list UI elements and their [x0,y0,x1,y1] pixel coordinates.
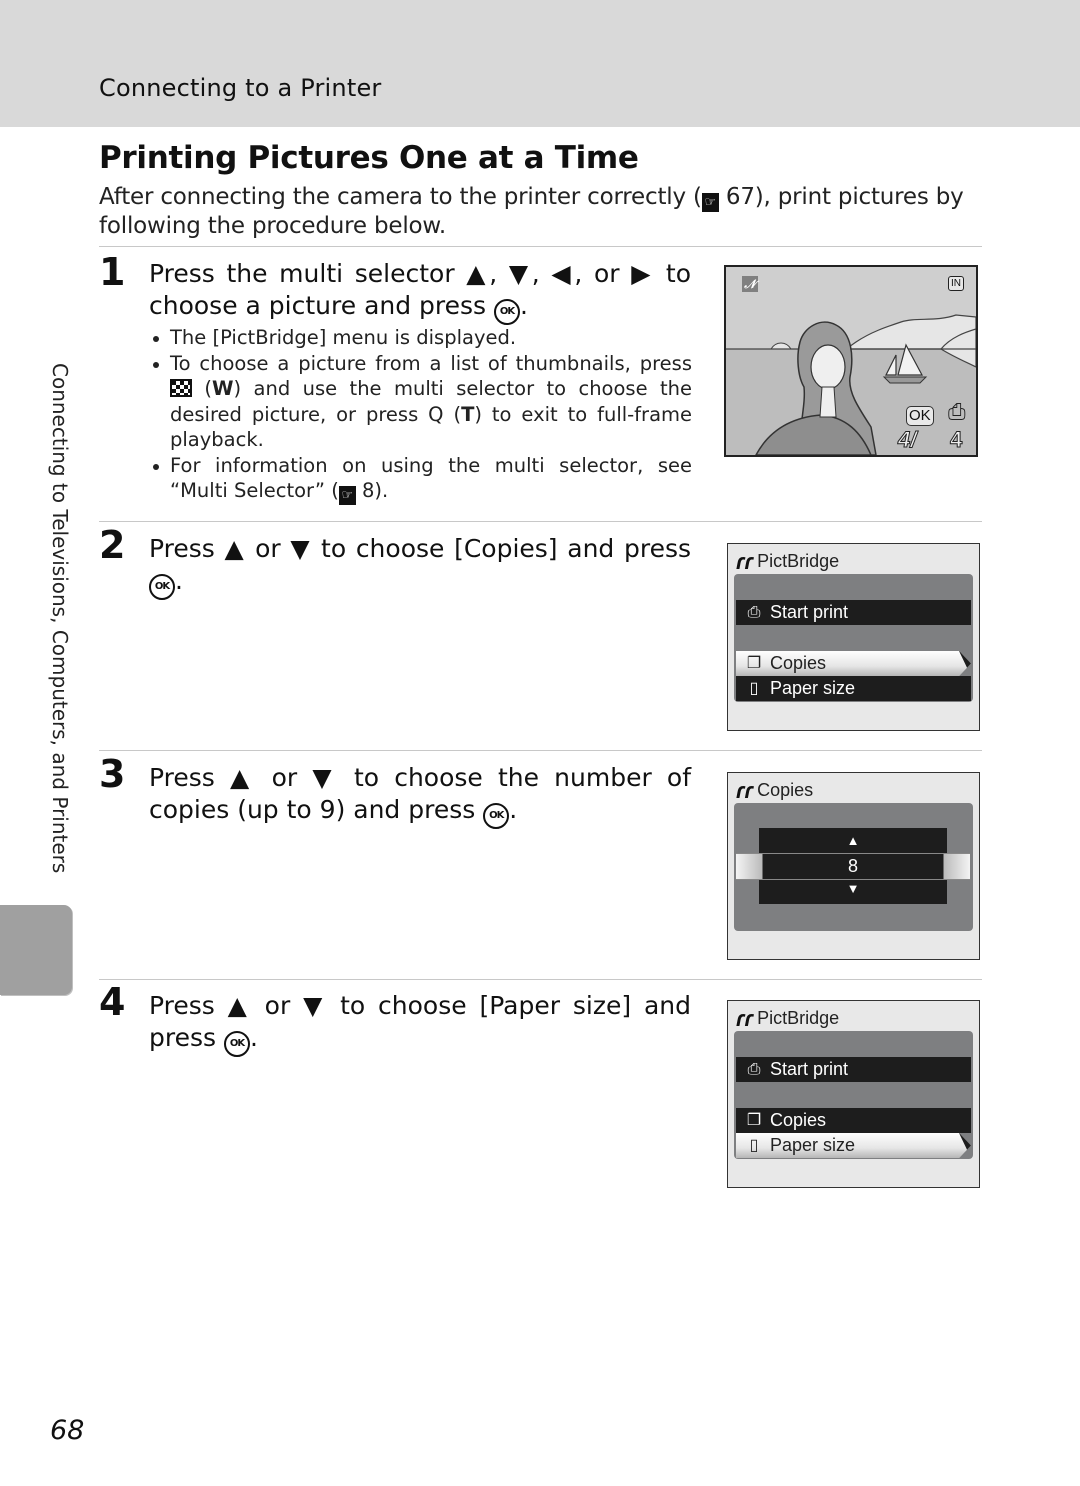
menu-item-label: Copies [770,1110,827,1130]
note-item: For information on using the multi selec… [149,453,692,505]
step-number: 1 [99,250,126,294]
step-instruction: Press ▲ or ▼ to choose the number of cop… [149,762,691,829]
intro-ref-page[interactable]: 67 [726,184,755,210]
photo-illustration [726,267,976,455]
menu-item-copies[interactable]: ❐ Copies [736,1108,971,1133]
increase-arrow-icon[interactable]: ▲ [759,833,947,848]
screen-title: ɾɾ PictBridge [736,548,840,574]
step-number: 4 [99,980,126,1024]
printer-icon: ⎙ [747,604,761,621]
step-number: 3 [99,752,126,796]
playback-zoom-icon: Q [428,402,444,426]
pictbridge-icon: ɾɾ [736,1005,754,1031]
menu-item-start-print[interactable]: ⎙ Start print [736,600,971,625]
printer-icon: ⎙ [747,1061,761,1078]
frame-counter-total: 4 [949,427,963,453]
screen-title-text: PictBridge [757,1008,840,1028]
menu-item-label: Start print [770,1059,849,1079]
menu-panel: ⎙ Start print ❐ Copies ▯ Paper size [734,574,973,702]
ok-button-icon: OK [223,1031,250,1057]
menu-item-label: Copies [770,653,827,673]
step-instruction: Press the multi selector ▲, ▼, ◀, or ▶ t… [149,258,691,325]
step-instruction: Press ▲ or ▼ to choose [Copies] and pres… [149,533,691,600]
divider [99,521,982,522]
pictbridge-icon: ɾɾ [736,548,754,574]
screen-title: ɾɾ Copies [736,777,814,803]
camera-screen-pictbridge-menu: ɾɾ PictBridge ⎙ Start print ❐ Copies ▯ Paper… [727,543,980,731]
step-instruction: Press ▲ or ▼ to choose [Paper size] and … [149,990,691,1057]
reference-icon: ☞ [338,486,356,505]
ok-print-label: OK [906,406,934,426]
menu-item-start-print[interactable]: ⎙ Start print [736,1057,971,1082]
paper-icon: ▯ [749,680,759,697]
camera-screen-playback: 𝒩 IN OK ⎙ 4/ 4 [724,265,978,457]
menu-panel: ⎙ Start print ❐ Copies ▯ Paper size [734,1031,973,1159]
screen-title-text: PictBridge [757,551,840,571]
page-number: 68 [50,1415,85,1446]
ref-page[interactable]: 8 [362,479,374,502]
thumbnail-playback-icon [170,379,192,397]
note-text: To choose a picture from a list of thumb… [170,351,692,375]
divider [99,750,982,751]
menu-item-paper-size[interactable]: ▯ Paper size [736,676,971,701]
note-text: For information on using the multi selec… [170,453,692,503]
menu-item-paper-size[interactable]: ▯ Paper size [736,1133,971,1158]
note-text: The [PictBridge] menu is displayed. [170,326,517,349]
frame-counter-current: 4/ [897,427,917,453]
step-instruction-end: . [509,795,518,824]
step-1-notes: The [PictBridge] menu is displayed. To c… [149,325,692,505]
step-instruction-end: . [175,566,183,595]
menu-item-label: Paper size [770,678,856,698]
pictbridge-icon: 𝒩 [742,276,758,292]
reference-icon: ☞ [701,193,719,212]
step-instruction-text: Press ▲ or ▼ to choose [Copies] and pres… [149,534,691,563]
menu-item-copies[interactable]: ❐ Copies [736,651,971,676]
copies-icon: ❐ [746,655,762,672]
copies-icon: ❐ [746,1112,762,1129]
note-item: To choose a picture from a list of thumb… [149,351,692,453]
menu-item-label: Start print [770,602,849,622]
zoom-w-key: W [212,377,234,400]
page-title: Printing Pictures One at a Time [99,140,639,176]
memory-indicator: IN [948,276,964,291]
step-instruction-end: . [249,1023,258,1052]
note-text: ). [374,479,389,502]
ok-button-icon: OK [483,803,510,829]
step-instruction-text: Press ▲ or ▼ to choose the number of cop… [149,763,691,824]
divider [99,979,982,980]
step-instruction-end: . [520,291,528,320]
pictbridge-icon: ɾɾ [736,777,754,803]
paper-icon: ▯ [749,1137,759,1154]
copies-panel: ▲ ▼ 8 [734,803,973,931]
printer-icon: ⎙ [948,399,966,424]
zoom-t-key: T [461,402,475,426]
ok-button-icon: OK [149,574,175,600]
header-band: Connecting to a Printer [0,0,1080,127]
decrease-arrow-icon[interactable]: ▼ [759,881,947,896]
section-label: Connecting to a Printer [99,74,382,102]
chapter-side-label: Connecting to Televisions, Computers, an… [48,363,72,874]
menu-item-label: Paper size [770,1135,856,1155]
step-number: 2 [99,523,126,567]
screen-title: ɾɾ PictBridge [736,1005,840,1031]
note-item: The [PictBridge] menu is displayed. [149,325,692,351]
intro-text: After connecting the camera to the print… [99,184,702,210]
camera-screen-pictbridge-menu-paper: ɾɾ PictBridge ⎙ Start print ❐ Copies ▯ Paper… [727,1000,980,1188]
screen-title-text: Copies [757,780,814,800]
ok-button-icon: OK [494,299,521,325]
copies-value: 8 [847,856,858,876]
camera-screen-copies: ɾɾ Copies ▲ ▼ 8 [727,772,980,960]
copies-value-row: 8 [736,853,970,880]
step-instruction-text: Press the multi selector ▲, ▼, ◀, or ▶ t… [149,259,691,320]
divider [99,246,982,247]
chapter-tab[interactable] [0,905,72,995]
intro-paragraph: After connecting the camera to the print… [99,183,984,240]
